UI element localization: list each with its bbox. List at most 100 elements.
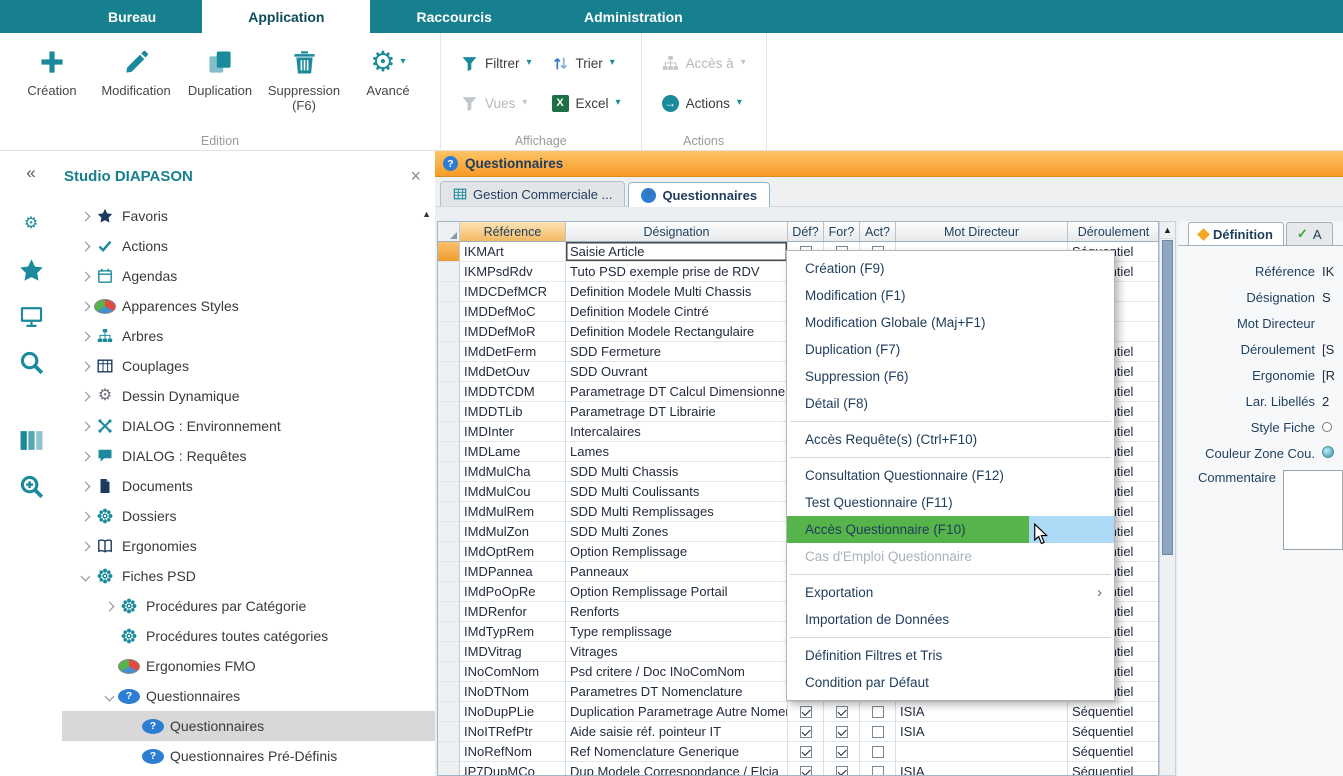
- act-checkbox[interactable]: [872, 746, 884, 758]
- menu-item-test-questionnaire-f11[interactable]: Test Questionnaire (F11): [787, 489, 1114, 516]
- rail-button-gear[interactable]: ⚙: [14, 207, 48, 241]
- tree-chevron-right-icon[interactable]: [76, 483, 94, 490]
- dropdown-caret-icon[interactable]: ▾: [737, 98, 742, 108]
- grid-row-selector[interactable]: [438, 682, 460, 702]
- act-checkbox[interactable]: [872, 766, 884, 776]
- tree-chevron-right-icon[interactable]: [76, 423, 94, 430]
- grid-cell-def[interactable]: [788, 762, 824, 776]
- rail-button-monitor[interactable]: [14, 299, 48, 333]
- for-checkbox[interactable]: [836, 746, 848, 758]
- menu-tab-raccourcis[interactable]: Raccourcis: [370, 0, 537, 33]
- table-row[interactable]: INoRefNomRef Nomenclature GeneriqueSéque…: [438, 742, 1158, 762]
- grid-column-header-d-roulement[interactable]: Déroulement: [1068, 222, 1159, 242]
- menu-tab-bureau[interactable]: Bureau: [62, 0, 202, 33]
- grid-cell-reference[interactable]: INoDTNom: [460, 682, 566, 702]
- grid-cell-designation[interactable]: Intercalaires: [566, 422, 788, 442]
- detail-field-value[interactable]: [R: [1322, 368, 1343, 383]
- grid-cell-mot-directeur[interactable]: ISIA: [896, 722, 1068, 742]
- sidebar-item-dialog-requ-tes[interactable]: DIALOG : Requêtes: [62, 441, 435, 471]
- tree-chevron-down-icon[interactable]: [76, 573, 94, 580]
- grid-row-selector[interactable]: [438, 702, 460, 722]
- grid-row-selector[interactable]: [438, 442, 460, 462]
- tree-chevron-down-icon[interactable]: [100, 693, 118, 700]
- sidebar-item-agendas[interactable]: Agendas: [62, 261, 435, 291]
- grid-row-selector[interactable]: [438, 382, 460, 402]
- detail-tab-d-finition[interactable]: Définition: [1188, 222, 1284, 245]
- menu-item-suppression-f6[interactable]: Suppression (F6): [787, 363, 1114, 390]
- grid-cell-def[interactable]: [788, 742, 824, 762]
- sidebar-item-dialog-environnement[interactable]: DIALOG : Environnement: [62, 411, 435, 441]
- grid-row-selector[interactable]: [438, 482, 460, 502]
- detail-field-value[interactable]: IK: [1322, 264, 1343, 279]
- grid-cell-reference[interactable]: IMDDefMoC: [460, 302, 566, 322]
- grid-row-selector[interactable]: [438, 742, 460, 762]
- menu-item-acc-s-requ-te-s-ctrl-f10[interactable]: Accès Requête(s) (Ctrl+F10): [787, 426, 1114, 453]
- grid-row-selector[interactable]: [438, 242, 460, 262]
- grid-cell-reference[interactable]: IKMArt: [460, 242, 566, 262]
- grid-cell-reference[interactable]: IMDCDefMCR: [460, 282, 566, 302]
- toolbar-button-excel[interactable]: XExcel▾: [542, 89, 631, 117]
- menu-item-exportation[interactable]: Exportation›: [787, 579, 1114, 606]
- grid-cell-deroulement[interactable]: Séquentiel: [1068, 722, 1159, 742]
- tree-scrollbar-up-icon[interactable]: ▲: [422, 209, 431, 219]
- grid-cell-reference[interactable]: IKMPsdRdv: [460, 262, 566, 282]
- menu-item-d-finition-filtres-et-tris[interactable]: Définition Filtres et Tris: [787, 642, 1114, 669]
- grid-row-selector[interactable]: [438, 582, 460, 602]
- menu-tab-application[interactable]: Application: [202, 0, 370, 33]
- grid-cell-for[interactable]: [824, 762, 860, 776]
- tree-chevron-right-icon[interactable]: [76, 273, 94, 280]
- grid-cell-act[interactable]: [860, 702, 896, 722]
- grid-row-selector[interactable]: [438, 462, 460, 482]
- grid-cell-reference[interactable]: INoComNom: [460, 662, 566, 682]
- sidebar-item-couplages[interactable]: Couplages: [62, 351, 435, 381]
- grid-row-selector[interactable]: [438, 362, 460, 382]
- tree-chevron-right-icon[interactable]: [76, 453, 94, 460]
- grid-cell-designation[interactable]: Renforts: [566, 602, 788, 622]
- grid-cell-designation[interactable]: Definition Modele Rectangulaire: [566, 322, 788, 342]
- grid-cell-designation[interactable]: SDD Multi Coulissants: [566, 482, 788, 502]
- grid-cell-designation[interactable]: Aide saisie réf. pointeur IT: [566, 722, 788, 742]
- document-tab-questionnaires[interactable]: ?Questionnaires: [628, 182, 770, 207]
- dropdown-caret-icon[interactable]: ▾: [616, 98, 621, 108]
- sidebar-item-documents[interactable]: Documents: [62, 471, 435, 501]
- grid-cell-reference[interactable]: IMdDetFerm: [460, 342, 566, 362]
- rail-button-star[interactable]: [14, 253, 48, 287]
- grid-cell-designation[interactable]: Parametrage DT Calcul Dimensionnel: [566, 382, 788, 402]
- toolbar-button-actions[interactable]: →Actions▾: [652, 89, 756, 117]
- grid-cell-reference[interactable]: IMdMulCou: [460, 482, 566, 502]
- grid-row-selector[interactable]: [438, 602, 460, 622]
- grid-cell-deroulement[interactable]: Séquentiel: [1068, 702, 1159, 722]
- menu-item-cr-ation-f9[interactable]: Création (F9): [787, 255, 1114, 282]
- tree-chevron-right-icon[interactable]: [76, 543, 94, 550]
- sidebar-item-favoris[interactable]: Favoris: [62, 201, 435, 231]
- grid-cell-designation[interactable]: Parametres DT Nomenclature: [566, 682, 788, 702]
- grid-cell-designation[interactable]: Vitrages: [566, 642, 788, 662]
- sidebar-collapse-button[interactable]: «: [26, 151, 35, 195]
- table-row[interactable]: INoITRefPtrAide saisie réf. pointeur ITI…: [438, 722, 1158, 742]
- grid-cell-designation[interactable]: Lames: [566, 442, 788, 462]
- table-row[interactable]: INoDupPLieDuplication Parametrage Autre …: [438, 702, 1158, 722]
- grid-cell-designation[interactable]: SDD Multi Remplissages: [566, 502, 788, 522]
- sidebar-item-proc-dures-toutes-cat-gories[interactable]: Procédures toutes catégories: [62, 621, 435, 651]
- grid-cell-designation[interactable]: Dup Modele Correspondance / Elcia: [566, 762, 788, 776]
- sidebar-item-fiches-psd[interactable]: Fiches PSD: [62, 561, 435, 591]
- sidebar-item-ergonomies[interactable]: Ergonomies: [62, 531, 435, 561]
- dropdown-caret-icon[interactable]: ▾: [401, 57, 406, 67]
- toolbar-button-trier[interactable]: Trier▾: [542, 49, 631, 77]
- grid-cell-reference[interactable]: IMdMulZon: [460, 522, 566, 542]
- grid-cell-reference[interactable]: IP7DupMCo: [460, 762, 566, 776]
- sidebar-item-proc-dures-par-cat-gorie[interactable]: Procédures par Catégorie: [62, 591, 435, 621]
- grid-column-header-d-f[interactable]: Déf?: [788, 222, 824, 242]
- sidebar-close-icon[interactable]: ×: [410, 167, 421, 185]
- sidebar-item-actions[interactable]: Actions: [62, 231, 435, 261]
- grid-cell-designation[interactable]: Tuto PSD exemple prise de RDV: [566, 262, 788, 282]
- dropdown-caret-icon[interactable]: ▾: [527, 58, 532, 68]
- grid-cell-designation[interactable]: SDD Multi Zones: [566, 522, 788, 542]
- dropdown-caret-icon[interactable]: ▾: [610, 58, 615, 68]
- tree-chevron-right-icon[interactable]: [76, 513, 94, 520]
- grid-row-selector[interactable]: [438, 302, 460, 322]
- sidebar-item-questionnaires-pr-d-finis[interactable]: ?Questionnaires Pré-Définis: [62, 741, 435, 771]
- grid-cell-reference[interactable]: IMDPannea: [460, 562, 566, 582]
- grid-cell-reference[interactable]: IMDLame: [460, 442, 566, 462]
- menu-item-consultation-questionnaire-f12[interactable]: Consultation Questionnaire (F12): [787, 462, 1114, 489]
